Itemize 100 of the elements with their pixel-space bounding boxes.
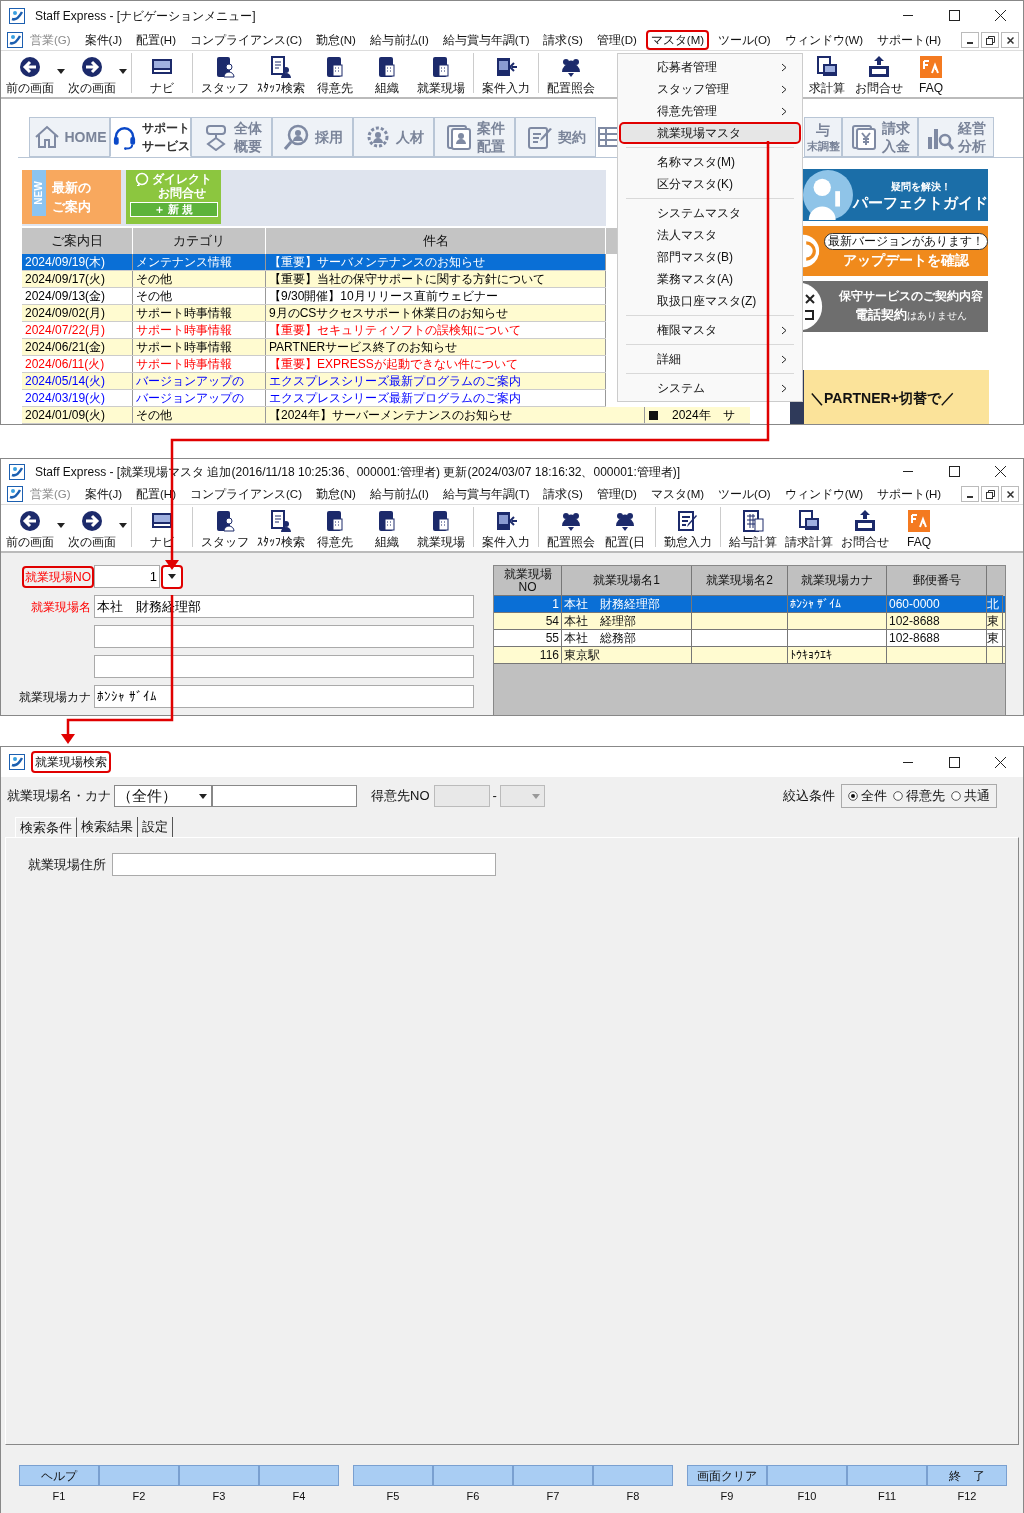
table-row[interactable]: 2024/01/09(火) その他 【2024年】サーバーメンテナンスのお知らせ 2024年 サ: [22, 407, 750, 424]
mdi-restore-button[interactable]: [981, 32, 999, 48]
select-field[interactable]: （全件）: [114, 785, 212, 807]
menu-item[interactable]: 勤怠(N): [310, 30, 361, 50]
toolbar-button[interactable]: ナビ: [136, 51, 188, 95]
guide-banner[interactable]: 疑問を解決！ パーフェクトガイド: [803, 169, 988, 221]
table-row[interactable]: 1 本社 財務経理部 ﾎﾝｼｬ ｻﾞｲﾑ 060-0000 北: [494, 596, 1005, 613]
menu-item[interactable]: 請求(S): [538, 484, 588, 504]
toolbar-button[interactable]: 就業現場: [413, 505, 469, 549]
text-field[interactable]: [94, 625, 474, 648]
toolbar-button[interactable]: FAQ: [893, 505, 945, 549]
radio-button[interactable]: [893, 791, 903, 801]
menu-option[interactable]: 就業現場マスタ: [619, 122, 801, 144]
table-row[interactable]: 2024/06/11(火) サポート時事情報 【重要】EXPRESSが起動できない件について: [22, 356, 606, 373]
menu-item[interactable]: 管理(D): [591, 30, 642, 50]
dropdown-button[interactable]: [161, 564, 183, 589]
menu-item[interactable]: ツール(O): [713, 484, 776, 504]
toolbar-button[interactable]: 給与計算: [725, 505, 781, 549]
menu-option[interactable]: 区分マスタ(K): [619, 173, 801, 195]
menu-item[interactable]: 請求(S): [538, 30, 588, 50]
menu-item[interactable]: サポート(H): [872, 484, 947, 504]
toolbar-button[interactable]: 配置(日: [599, 505, 651, 549]
table-row[interactable]: 2024/05/14(火) バージョンアップの エクスプレスシリーズ最新プログラムのご案内: [22, 373, 606, 390]
menu-item[interactable]: 配置(H): [131, 30, 181, 50]
partner-banner[interactable]: ＼PARTNER+切替で／: [790, 370, 989, 424]
menu-item[interactable]: 給与賞与年調(T): [437, 484, 535, 504]
mdi-minimize-button[interactable]: [961, 486, 979, 502]
menu-item[interactable]: サポート(H): [872, 30, 947, 50]
text-field[interactable]: [212, 785, 357, 807]
toolbar-button[interactable]: 得意先: [309, 505, 361, 549]
text-field[interactable]: [94, 655, 474, 678]
menu-option[interactable]: 部門マスタ(B): [619, 246, 801, 268]
support-banner[interactable]: 保守サービスのご契約内容 電話契約はありません: [803, 281, 988, 332]
menu-option[interactable]: スタッフ管理: [619, 78, 801, 100]
toolbar-button[interactable]: FAQ: [907, 51, 955, 95]
table-row[interactable]: 55 本社 総務部 102-8688 東: [494, 630, 1005, 647]
toolbar-button[interactable]: ｽﾀｯﾌ検索: [253, 51, 309, 95]
mdi-minimize-button[interactable]: [961, 32, 979, 48]
table-row[interactable]: 2024/09/17(火) その他 【重要】当社の保守サポートに関する方針について: [22, 271, 606, 288]
table-row[interactable]: 2024/06/21(金) サポート時事情報 PARTNERサービス終了のお知らせ: [22, 339, 606, 356]
nav-tab[interactable]: サポートサービス: [110, 117, 191, 157]
caret-icon[interactable]: [57, 522, 65, 528]
function-key-button[interactable]: 画面クリア: [687, 1465, 767, 1486]
menu-item[interactable]: マスタ(M): [645, 484, 710, 504]
menu-item[interactable]: 給与賞与年調(T): [437, 30, 535, 50]
menu-item[interactable]: ツール(O): [713, 30, 776, 50]
toolbar-button[interactable]: 請求計算: [781, 505, 837, 549]
menu-item[interactable]: コンプライアンス(C): [185, 484, 307, 504]
menu-option[interactable]: 得意先管理: [619, 100, 801, 122]
toolbar-button[interactable]: 勤怠入力: [660, 505, 716, 549]
mdi-close-button[interactable]: [1001, 486, 1019, 502]
toolbar-button[interactable]: 配置照会: [543, 51, 599, 95]
menu-item[interactable]: 管理(D): [591, 484, 642, 504]
toolbar-button[interactable]: 次の画面: [65, 51, 119, 95]
table-row[interactable]: 116 東京駅 ﾄｳｷｮｳｴｷ: [494, 647, 1005, 664]
radio-option[interactable]: 全件: [848, 786, 887, 806]
menu-option[interactable]: 取扱口座マスタ(Z): [619, 290, 801, 312]
toolbar-button[interactable]: 組織: [361, 51, 413, 95]
function-key-button[interactable]: 終 了: [927, 1465, 1007, 1486]
menu-item[interactable]: 給与前払(I): [364, 484, 434, 504]
menu-option[interactable]: システムマスタ: [619, 202, 801, 224]
caret-icon[interactable]: [57, 68, 65, 74]
menu-item[interactable]: 給与前払(I): [364, 30, 434, 50]
toolbar-button[interactable]: 配置照会: [543, 505, 599, 549]
number-field[interactable]: 1: [94, 565, 160, 588]
mdi-close-button[interactable]: [1001, 32, 1019, 48]
caret-icon[interactable]: [119, 522, 127, 528]
function-key-button[interactable]: ヘルプ: [19, 1465, 99, 1486]
menu-item[interactable]: ウィンドウ(W): [779, 484, 869, 504]
menu-option[interactable]: 応募者管理: [619, 56, 801, 78]
toolbar-button[interactable]: お問合せ: [851, 51, 907, 95]
toolbar-button[interactable]: 前の画面: [3, 505, 57, 549]
toolbar-button[interactable]: 次の画面: [65, 505, 119, 549]
caret-icon[interactable]: [119, 68, 127, 74]
toolbar-button[interactable]: 求計算: [803, 51, 851, 95]
radio-option[interactable]: 共通: [951, 786, 990, 806]
table-row[interactable]: 2024/09/13(金) その他 【9/30開催】10月リリース直前ウェビナー: [22, 288, 606, 305]
text-field[interactable]: ﾎﾝｼｬ ｻﾞｲﾑ: [94, 685, 474, 708]
toolbar-button[interactable]: スタッフ: [197, 505, 253, 549]
table-row[interactable]: 2024/09/19(木) メンテナンス情報 【重要】サーバメンテナンスのお知らせ: [22, 254, 606, 271]
radio-button[interactable]: [848, 791, 858, 801]
toolbar-button[interactable]: 案件入力: [478, 505, 534, 549]
update-banner[interactable]: 最新バージョンがあります！ アップデートを確認: [803, 226, 988, 276]
menu-option[interactable]: 権限マスタ: [619, 319, 801, 341]
menu-item[interactable]: 案件(J): [79, 484, 128, 504]
toolbar-button[interactable]: 案件入力: [478, 51, 534, 95]
radio-button[interactable]: [951, 791, 961, 801]
menu-option[interactable]: 詳細: [619, 348, 801, 370]
mdi-restore-button[interactable]: [981, 486, 999, 502]
toolbar-button[interactable]: スタッフ: [197, 51, 253, 95]
table-row[interactable]: 2024/03/19(火) バージョンアップの エクスプレスシリーズ最新プログラムのご案内: [22, 390, 606, 407]
menu-item[interactable]: ウィンドウ(W): [779, 30, 869, 50]
menu-item[interactable]: 勤怠(N): [310, 484, 361, 504]
toolbar-button[interactable]: ｽﾀｯﾌ検索: [253, 505, 309, 549]
menu-option[interactable]: 名称マスタ(M): [619, 151, 801, 173]
table-row[interactable]: 2024/09/02(月) サポート時事情報 9月のCSサクセスサポート休業日のお知らせ: [22, 305, 606, 322]
toolbar-button[interactable]: 組織: [361, 505, 413, 549]
table-row[interactable]: 54 本社 経理部 102-8688 東: [494, 613, 1005, 630]
menu-item[interactable]: コンプライアンス(C): [185, 30, 307, 50]
menu-item[interactable]: 案件(J): [79, 30, 128, 50]
